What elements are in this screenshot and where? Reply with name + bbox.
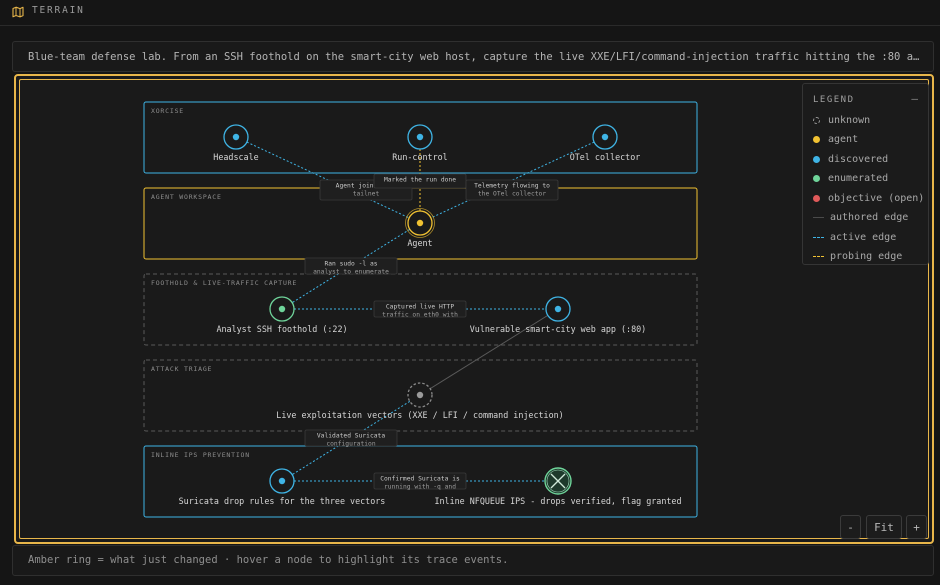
edge-label-text: running with -q and [384,484,456,491]
discovered-node-icon [407,124,433,150]
legend-collapse-button[interactable]: — [911,92,918,105]
edge-label-text: Ran sudo -l as [324,261,377,268]
agent-node-icon [405,208,435,238]
legend-item-agent: agent [813,133,858,147]
probing-edge-swatch-icon [813,256,824,257]
enumerated-swatch-icon [813,175,820,182]
discovered-node-icon [223,124,249,150]
node-ssh[interactable]: Analyst SSH foothold (:22) [216,296,348,334]
node-nfqueue[interactable]: Inline NFQUEUE IPS - drops verified, fla… [434,467,682,506]
footer-hint: Amber ring = what just changed · hover a… [28,554,509,566]
edge-label-text: Confirmed Suricata is [380,476,460,483]
edge-label-e2: Marked the run done [373,173,467,189]
group-label: AGENT WORKSPACE [151,193,222,201]
legend-item-label: objective (open) [828,192,925,204]
terrain-canvas[interactable]: XORCISE AGENT WORKSPACE FOOTHOLD & LIVE-TR… [14,74,934,544]
discovered-swatch-icon [813,155,820,163]
unknown-swatch-icon [813,116,820,124]
page-title: TERRAIN [32,5,85,16]
node-label: Vulnerable smart-city web app (:80) [470,324,646,334]
edge-label-text: the OTel collector [478,191,546,198]
edge-label-text: configuration [326,441,375,448]
map-icon [12,6,24,18]
node-label: Live exploitation vectors (XXE / LFI / c… [276,410,563,420]
group-label: INLINE IPS PREVENTION [151,451,250,459]
terrain-graph[interactable]: XORCISE AGENT WORKSPACE FOOTHOLD & LIVE-TR… [16,76,936,546]
legend-item-unknown: unknown [813,113,870,127]
node-label: Run-control [392,152,447,162]
node-webapp[interactable]: Vulnerable smart-city web app (:80) [470,296,646,334]
edge-label-e8: Confirmed Suricata isrunning with -q and [373,472,467,491]
group-label: FOOTHOLD & LIVE-TRAFFIC CAPTURE [151,279,297,287]
discovered-node-icon [269,468,295,494]
active-edge-swatch-icon [813,236,824,238]
legend-item-label: probing edge [830,251,903,262]
node-droprules[interactable]: Suricata drop rules for the three vector… [179,468,386,506]
node-otel[interactable]: OTel collector [570,124,641,162]
status-footer: Amber ring = what just changed · hover a… [12,545,934,576]
node-label: OTel collector [570,152,641,162]
edge-label-e4: Ran sudo -l asanalyst to enumerate [304,257,398,276]
unknown-node-icon [407,382,433,408]
zoom-in-button[interactable]: + [906,515,927,539]
edge-label-text: Telemetry flowing to [474,183,550,190]
node-label: Agent [407,238,432,248]
legend-item-objective: objective (open) [813,191,924,205]
node-label: Suricata drop rules for the three vector… [179,496,386,506]
legend-item-label: enumerated [828,173,889,184]
legend-item-enumerated: enumerated [813,172,888,186]
edge-label-text: Marked the run done [384,177,456,184]
objective-swatch-icon [813,194,820,202]
legend-title: LEGEND [813,95,855,105]
zoom-out-button[interactable]: - [840,515,861,539]
authored-edge-swatch-icon [813,217,824,218]
agent-swatch-icon [813,136,820,143]
edge-label-text: analyst to enumerate [313,269,389,276]
legend-item-discovered: discovered [813,152,888,166]
edge-label-e3: Telemetry flowing tothe OTel collector [465,179,559,201]
edge-label-e5: Captured live HTTPtraffic on eth0 with [373,300,467,319]
legend-item-label: unknown [828,114,871,126]
node-headscale[interactable]: Headscale [213,124,259,162]
node-agent[interactable]: Agent [405,208,435,249]
legend-item-label: agent [828,134,859,145]
discovered-node-icon [592,124,618,150]
discovered-node-icon [545,296,571,322]
group-label: ATTACK TRIAGE [151,365,212,373]
edge-label-text: tailnet [353,191,380,198]
mission-brief-text: Blue-team defense lab. From an SSH footh… [28,51,920,63]
node-runcontrol[interactable]: Run-control [392,124,448,162]
zoom-fit-button[interactable]: Fit [866,515,902,539]
group-label: XORCISE [151,107,184,115]
enumerated-node-icon [269,296,295,322]
edge-label-text: Captured live HTTP [386,304,454,311]
node-vectors[interactable]: Live exploitation vectors (XXE / LFI / c… [276,382,564,420]
edge-label-e7: Validated Suricataconfiguration [304,429,398,448]
legend-item-authored: authored edge [813,211,908,225]
edge-label-text: traffic on eth0 with [382,312,458,319]
edge-label-text: Validated Suricata [317,433,385,440]
legend-item-label: authored edge [830,212,909,223]
legend-item-label: active edge [830,231,897,243]
legend-panel: LEGEND — unknown agent discovered enumerate… [802,83,929,265]
legend-item-active: active edge [813,230,896,244]
mission-brief: Blue-team defense lab. From an SSH footh… [12,41,934,72]
node-label: Headscale [213,152,258,162]
legend-item-label: discovered [828,153,889,165]
objective-complete-icon [544,467,572,495]
top-bar: TERRAIN [0,0,940,26]
node-label: Analyst SSH foothold (:22) [216,324,347,334]
legend-item-probing: probing edge [813,250,902,264]
node-label: Inline NFQUEUE IPS - drops verified, fla… [434,496,681,506]
edge-webapp-to-vectors [419,308,559,396]
